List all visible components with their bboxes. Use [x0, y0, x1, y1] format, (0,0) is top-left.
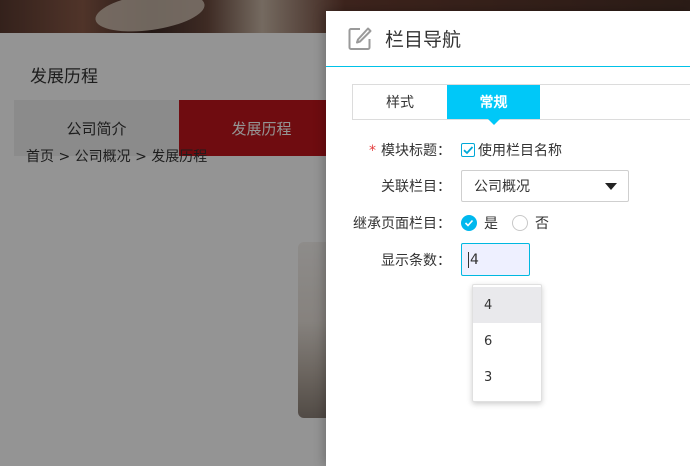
dialog-tabs: 样式 常规 — [352, 84, 690, 125]
related-column-value: 公司概况 — [474, 179, 530, 195]
module-title-row: * 模块标题： 使用栏目名称 — [326, 135, 690, 165]
related-column-row: 关联栏目： 公司概况 — [326, 170, 690, 202]
inherit-page-label: 继承页面栏目： — [353, 216, 451, 232]
inherit-yes-radio[interactable]: 是 — [461, 213, 498, 233]
radio-unchecked-icon — [512, 215, 528, 231]
display-count-input[interactable]: 4 — [461, 243, 530, 276]
inherit-no-label: 否 — [535, 216, 549, 232]
inherit-yes-label: 是 — [484, 216, 498, 232]
use-column-name-checkbox[interactable] — [461, 143, 475, 157]
dropdown-option[interactable]: 4 — [473, 287, 541, 323]
related-column-label: 关联栏目： — [381, 179, 451, 195]
use-column-name-label[interactable]: 使用栏目名称 — [478, 140, 562, 160]
check-icon — [463, 146, 474, 155]
tab-style[interactable]: 样式 — [353, 85, 447, 119]
edit-icon — [347, 26, 373, 52]
dialog-title: 栏目导航 — [385, 29, 462, 51]
inherit-page-row: 继承页面栏目： 是 否 — [326, 208, 690, 238]
display-count-label: 显示条数： — [381, 252, 451, 269]
caret-down-icon — [605, 183, 617, 190]
required-mark: * — [369, 143, 376, 159]
display-count-value: 4 — [470, 251, 479, 268]
dropdown-option[interactable]: 3 — [473, 359, 541, 395]
module-title-label-text: 模块标题： — [381, 143, 451, 159]
dialog-header: 栏目导航 — [326, 11, 690, 67]
module-title-label: * 模块标题： — [326, 140, 461, 160]
tab-general[interactable]: 常规 — [447, 85, 540, 125]
column-nav-dialog: 栏目导航 样式 常规 * 模块标题： 使用栏目名称 关联栏目： 公司概况 继承页面… — [326, 11, 690, 466]
text-cursor — [468, 251, 469, 268]
dropdown-option[interactable]: 6 — [473, 323, 541, 359]
radio-checked-icon — [461, 215, 477, 231]
related-column-select[interactable]: 公司概况 — [461, 170, 629, 202]
display-count-dropdown: 4 6 3 — [472, 284, 542, 402]
display-count-row: 显示条数： 4 — [326, 243, 690, 276]
inherit-no-radio[interactable]: 否 — [512, 213, 549, 233]
